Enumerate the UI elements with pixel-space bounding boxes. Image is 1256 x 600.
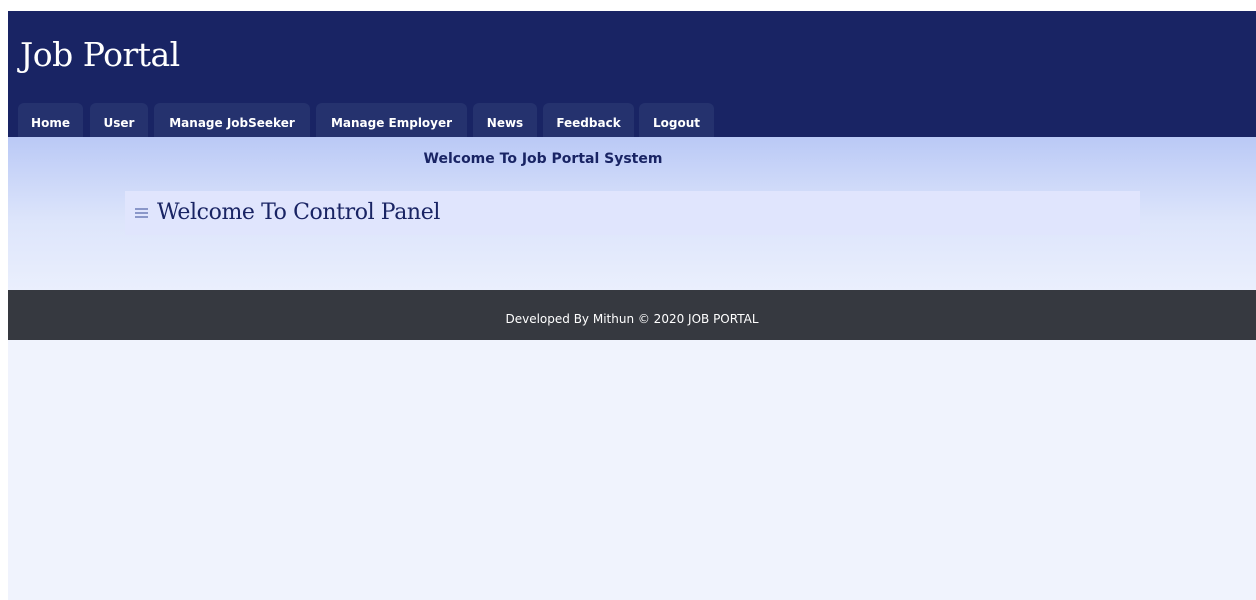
welcome-band: Welcome To Job Portal System Welcome To … bbox=[8, 137, 1256, 290]
nav-tab-feedback[interactable]: Feedback bbox=[543, 103, 634, 137]
nav-tab-home[interactable]: Home bbox=[18, 103, 83, 137]
nav-tab-user[interactable]: User bbox=[90, 103, 148, 137]
menu-icon bbox=[135, 208, 148, 219]
nav-tab-news[interactable]: News bbox=[473, 103, 537, 137]
nav-tab-manage-employer[interactable]: Manage Employer bbox=[316, 103, 467, 137]
footer: Developed By Mithun © 2020 JOB PORTAL bbox=[8, 290, 1256, 340]
main-nav: Home User Manage JobSeeker Manage Employ… bbox=[8, 103, 1256, 137]
control-panel-header: Welcome To Control Panel bbox=[125, 191, 1140, 235]
control-panel-title: Welcome To Control Panel bbox=[157, 200, 440, 225]
app-title: Job Portal bbox=[20, 35, 180, 74]
nav-tab-manage-jobseeker[interactable]: Manage JobSeeker bbox=[154, 103, 310, 137]
page: Job Portal Home User Manage JobSeeker Ma… bbox=[8, 11, 1256, 600]
welcome-message: Welcome To Job Portal System bbox=[423, 151, 663, 167]
header: Job Portal Home User Manage JobSeeker Ma… bbox=[8, 11, 1256, 137]
footer-credit: Developed By Mithun © 2020 JOB PORTAL bbox=[505, 312, 759, 326]
nav-tab-logout[interactable]: Logout bbox=[639, 103, 714, 137]
